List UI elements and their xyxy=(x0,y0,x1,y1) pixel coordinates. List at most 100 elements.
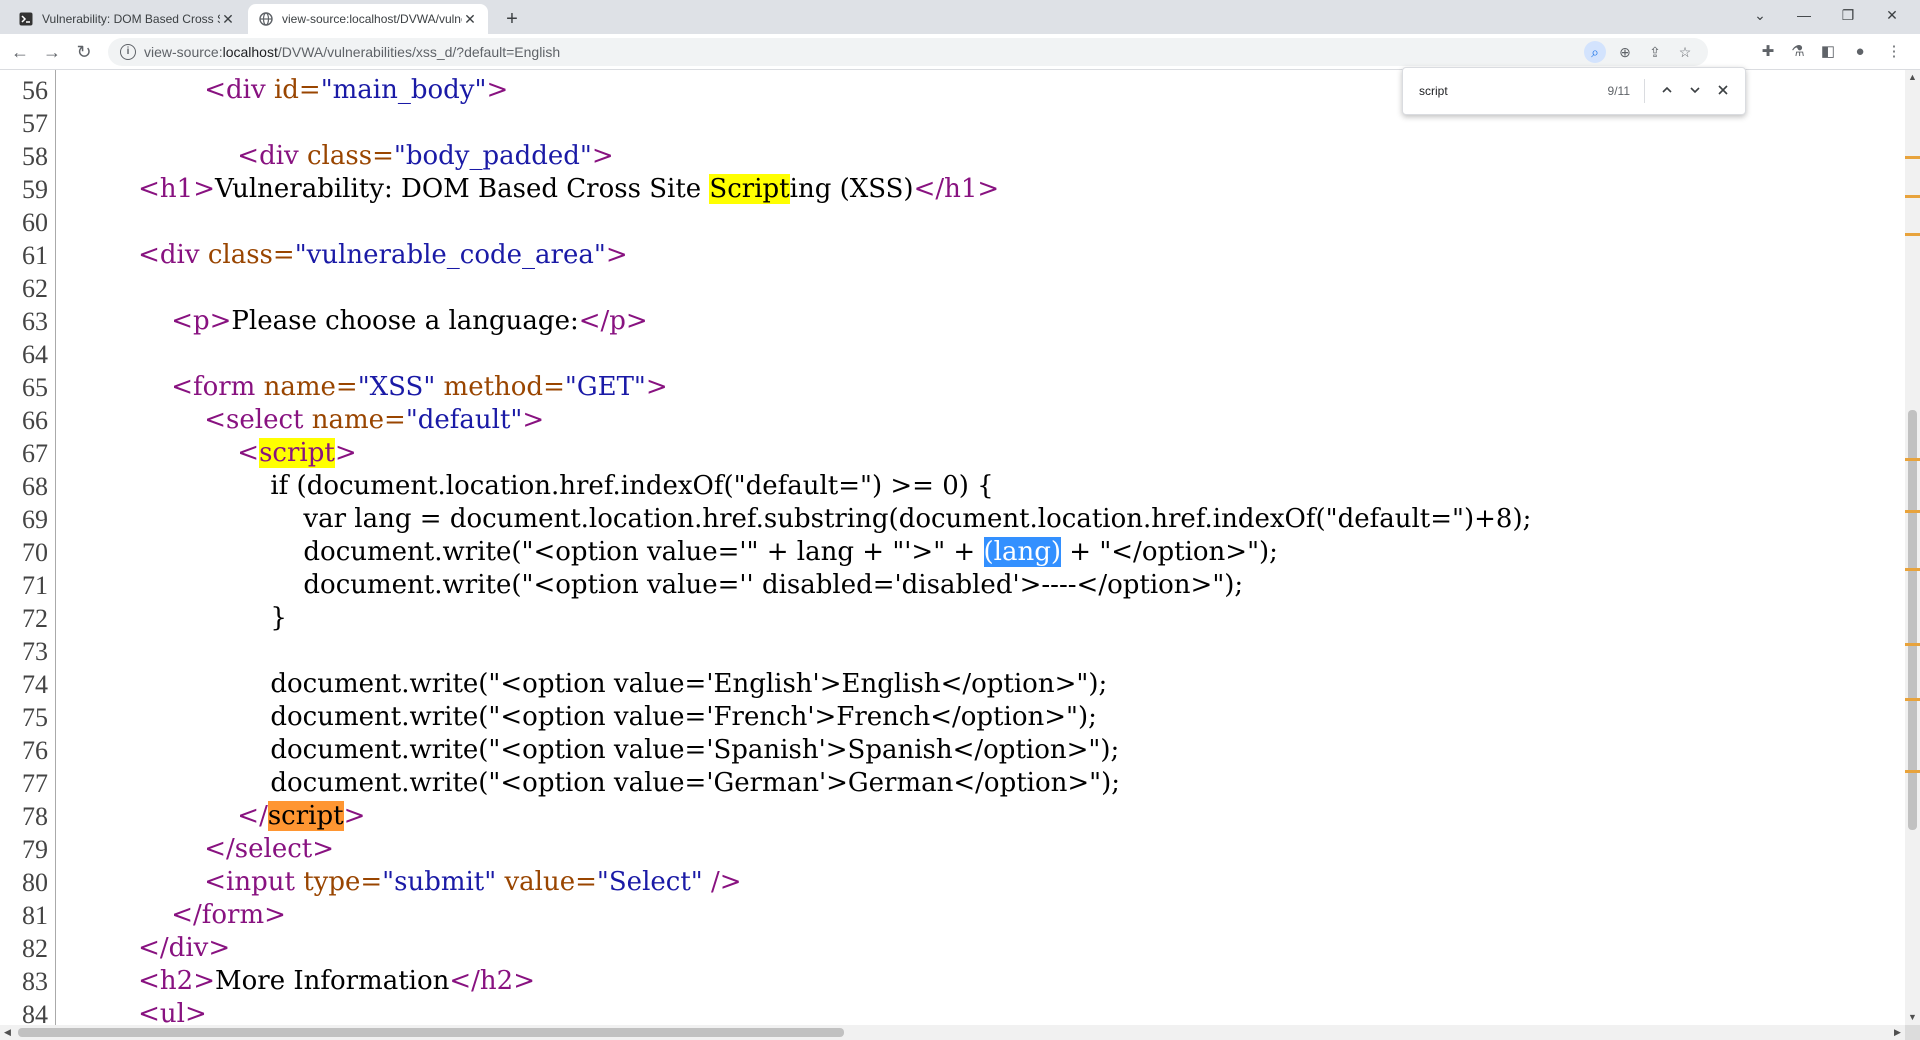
profile-avatar-icon[interactable]: ● xyxy=(1846,38,1874,66)
tab-title: Vulnerability: DOM Based Cross Site Scri… xyxy=(42,12,220,26)
extensions-icon[interactable]: ✚ xyxy=(1754,38,1782,66)
divider xyxy=(1644,79,1645,103)
tab-dvwa[interactable]: Vulnerability: DOM Based Cross Site Scri… xyxy=(8,4,246,34)
line-number: 64 xyxy=(22,340,48,369)
code-token: > xyxy=(645,372,668,402)
source-line: 75 document.write("<option value='French… xyxy=(0,701,1905,734)
source-line: 67 <script> xyxy=(0,437,1905,470)
source-line: 71 document.write("<option value='' disa… xyxy=(0,569,1905,602)
forward-button[interactable]: → xyxy=(38,38,66,66)
code-token: document.write("<option value='' disable… xyxy=(72,570,1244,600)
url-scheme: view-source: xyxy=(144,44,223,60)
code-token: > xyxy=(343,801,366,831)
zoom-icon[interactable]: ⊕ xyxy=(1614,41,1636,63)
code-token: Please choose a language: xyxy=(231,306,579,336)
find-previous-button[interactable] xyxy=(1653,77,1681,105)
source-code: if (document.location.href.indexOf("defa… xyxy=(72,470,993,503)
maximize-button[interactable]: ❐ xyxy=(1826,0,1870,30)
source-line: 72 } xyxy=(0,602,1905,635)
find-bar: 9/11 xyxy=(1402,67,1746,115)
line-number: 74 xyxy=(22,670,48,699)
find-close-button[interactable] xyxy=(1709,77,1737,105)
globe-icon xyxy=(258,11,274,27)
source-line: 70 document.write("<option value='" + la… xyxy=(0,536,1905,569)
scroll-down-arrow-icon[interactable]: ▼ xyxy=(1905,1010,1920,1025)
minimize-button[interactable]: — xyxy=(1782,0,1826,30)
side-panel-icon[interactable]: ◧ xyxy=(1814,38,1842,66)
code-token: + "</option>"); xyxy=(1061,537,1278,567)
source-code: <input type="submit" value="Select" /> xyxy=(72,866,741,899)
find-match-marker xyxy=(1905,643,1920,646)
search-match: Script xyxy=(709,174,790,204)
source-line: 69 var lang = document.location.href.sub… xyxy=(0,503,1905,536)
source-line: 61 <div class="vulnerable_code_area"> xyxy=(0,239,1905,272)
address-bar[interactable]: i view-source: localhost /DVWA/vulnerabi… xyxy=(108,38,1708,66)
source-line: 82 </div> xyxy=(0,932,1905,965)
horizontal-scrollbar[interactable]: ◀ ▶ xyxy=(0,1025,1905,1040)
code-token: <ul> xyxy=(138,999,207,1025)
source-code: </form> xyxy=(72,899,286,932)
code-token: <input xyxy=(204,867,304,897)
code-token: "submit" xyxy=(382,867,497,897)
new-tab-button[interactable]: + xyxy=(498,6,526,34)
close-icon[interactable]: ✕ xyxy=(462,11,478,27)
scroll-thumb[interactable] xyxy=(18,1028,844,1037)
labs-flask-icon[interactable]: ⚗ xyxy=(1784,38,1812,66)
vertical-scrollbar[interactable]: ▲ ▼ xyxy=(1905,70,1920,1025)
scroll-thumb[interactable] xyxy=(1908,410,1917,830)
source-line: 68 if (document.location.href.indexOf("d… xyxy=(0,470,1905,503)
source-line: 74 document.write("<option value='Englis… xyxy=(0,668,1905,701)
find-in-page-icon[interactable]: ⌕ xyxy=(1584,41,1606,63)
line-number: 84 xyxy=(22,1000,48,1025)
source-line: 83 <h2>More Information</h2> xyxy=(0,965,1905,998)
menu-kebab-icon[interactable]: ⋮ xyxy=(1880,38,1908,66)
tab-search-icon[interactable]: ⌄ xyxy=(1738,0,1782,30)
find-match-marker xyxy=(1905,510,1920,513)
source-code: document.write("<option value='' disable… xyxy=(72,569,1243,602)
line-number: 67 xyxy=(22,439,48,468)
line-number: 80 xyxy=(22,868,48,897)
code-token: > xyxy=(334,438,357,468)
back-button[interactable]: ← xyxy=(6,38,34,66)
find-match-marker xyxy=(1905,568,1920,571)
find-next-button[interactable] xyxy=(1681,77,1709,105)
scrollbar-corner xyxy=(1905,1025,1920,1040)
scroll-up-arrow-icon[interactable]: ▲ xyxy=(1905,70,1920,85)
code-token: </div> xyxy=(138,933,231,963)
reload-button[interactable]: ↻ xyxy=(70,38,98,66)
scroll-right-arrow-icon[interactable]: ▶ xyxy=(1890,1025,1905,1040)
source-code: var lang = document.location.href.substr… xyxy=(72,503,1531,536)
line-number: 79 xyxy=(22,835,48,864)
tab-title: view-source:localhost/DVWA/vulnerabiliti… xyxy=(282,12,462,26)
tab-strip: Vulnerability: DOM Based Cross Site Scri… xyxy=(0,0,1920,34)
close-icon[interactable]: ✕ xyxy=(220,11,236,27)
toolbar: ← → ↻ i view-source: localhost /DVWA/vul… xyxy=(0,34,1920,70)
source-line: 76 document.write("<option value='Spanis… xyxy=(0,734,1905,767)
source-line: 65 <form name="XSS" method="GET"> xyxy=(0,371,1905,404)
bookmark-star-icon[interactable]: ☆ xyxy=(1674,41,1696,63)
source-line: 59 <h1>Vulnerability: DOM Based Cross Si… xyxy=(0,173,1905,206)
scroll-left-arrow-icon[interactable]: ◀ xyxy=(0,1025,15,1040)
line-number: 70 xyxy=(22,538,48,567)
line-number: 66 xyxy=(22,406,48,435)
close-window-button[interactable]: ✕ xyxy=(1870,0,1914,30)
line-number: 81 xyxy=(22,901,48,930)
line-number: 56 xyxy=(22,76,48,105)
code-token: "XSS" xyxy=(357,372,436,402)
info-icon[interactable]: i xyxy=(120,44,136,60)
source-code: <div id="main_body"> xyxy=(72,74,508,107)
tab-view-source[interactable]: view-source:localhost/DVWA/vulnerabiliti… xyxy=(248,4,488,34)
share-icon[interactable]: ⇪ xyxy=(1644,41,1666,63)
code-token: Vulnerability: DOM Based Cross Site xyxy=(214,174,710,204)
line-number: 75 xyxy=(22,703,48,732)
source-view[interactable]: 56 <div id="main_body"> 57 58 <div class="… xyxy=(0,70,1905,1025)
find-match-count: 9/11 xyxy=(1607,84,1630,98)
find-input[interactable] xyxy=(1419,84,1602,98)
